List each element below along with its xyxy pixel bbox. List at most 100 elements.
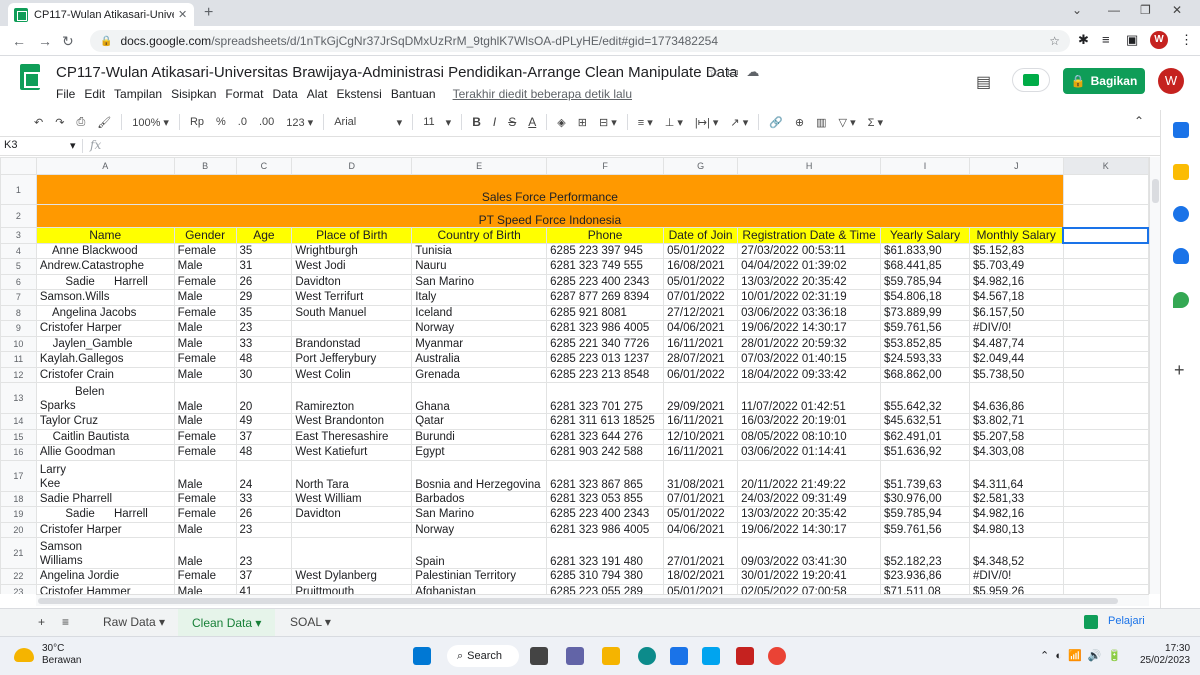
cloud-status-icon[interactable]: ☁ <box>746 64 759 79</box>
cell[interactable]: Male <box>173 459 237 492</box>
cell[interactable]: 27/03/2022 00:53:11 <box>737 242 882 259</box>
row-header[interactable]: 23 <box>0 583 37 594</box>
cell[interactable]: $4.982,16 <box>968 506 1064 523</box>
app-l-icon[interactable] <box>702 647 720 665</box>
cell[interactable]: 16/11/2021 <box>663 413 739 430</box>
cell[interactable]: Female <box>173 242 237 259</box>
cell[interactable]: 6281 323 701 275 <box>546 382 665 414</box>
cell[interactable]: Female <box>173 444 237 461</box>
file-explorer-icon[interactable] <box>602 647 620 665</box>
col-header[interactable]: A <box>35 157 175 175</box>
header-cell[interactable]: Country of Birth <box>411 227 548 244</box>
cell[interactable]: 05/01/2021 <box>663 583 739 594</box>
row-header[interactable]: 4 <box>0 242 37 259</box>
cell[interactable]: 6285 223 213 8548 <box>546 366 665 383</box>
header-cell[interactable]: Date of Join <box>663 227 739 244</box>
learn-button[interactable]: Pelajari <box>1108 615 1145 627</box>
header-cell[interactable]: Place of Birth <box>291 227 413 244</box>
reload-icon[interactable]: ↻ <box>62 33 74 50</box>
cell[interactable]: 6281 323 867 865 <box>546 459 665 492</box>
cell[interactable]: 11/07/2022 01:42:51 <box>737 382 882 414</box>
bookmark-star-icon[interactable]: ☆ <box>1049 34 1060 48</box>
cell[interactable]: Egypt <box>411 444 548 461</box>
horizontal-scroll-thumb[interactable] <box>38 598 1118 604</box>
cell[interactable]: Angelina Jacobs <box>35 304 175 321</box>
cell[interactable]: Male <box>173 537 237 569</box>
cell[interactable]: $5.152,83 <box>968 242 1064 259</box>
cell[interactable]: Female <box>173 351 237 368</box>
col-header[interactable]: F <box>546 157 665 175</box>
row-header[interactable]: 9 <box>0 320 37 337</box>
cell[interactable]: Ramirezton <box>291 382 413 414</box>
cell[interactable]: 16/03/2022 20:19:01 <box>737 413 882 430</box>
explore-icon[interactable] <box>1084 615 1098 629</box>
contacts-icon[interactable] <box>1173 248 1189 264</box>
cell[interactable]: 19/06/2022 14:30:17 <box>737 521 882 538</box>
insert-chart-icon[interactable]: ▥ <box>810 116 832 129</box>
cell[interactable]: 31 <box>235 258 293 275</box>
menu-help[interactable]: Bantuan <box>391 87 436 101</box>
font-size-select[interactable]: 11 ▾ <box>417 116 457 129</box>
cell[interactable]: 07/01/2022 <box>663 289 739 306</box>
cell[interactable]: 20/11/2022 21:49:22 <box>737 459 882 492</box>
cell[interactable]: $54.806,18 <box>880 289 970 306</box>
vertical-scrollbar[interactable] <box>1149 157 1160 594</box>
cell[interactable] <box>1062 537 1149 569</box>
cell[interactable]: 6285 223 397 945 <box>546 242 665 259</box>
close-tab-icon[interactable]: ✕ <box>178 8 187 21</box>
row-header[interactable]: 16 <box>0 444 37 461</box>
cell[interactable] <box>1062 351 1149 368</box>
tab-raw-data[interactable]: Raw Data ▾ <box>103 615 165 629</box>
cell[interactable]: $68.862,00 <box>880 366 970 383</box>
cell[interactable]: Pruittmouth <box>291 583 413 594</box>
row-header[interactable]: 13 <box>0 382 37 414</box>
text-wrap-icon[interactable]: |↦| ▾ <box>689 116 725 129</box>
cell[interactable]: 6281 323 986 4005 <box>546 320 665 337</box>
new-tab-icon[interactable]: + <box>204 4 213 22</box>
menu-view[interactable]: Tampilan <box>114 87 162 101</box>
cell[interactable]: $23.936,86 <box>880 568 970 585</box>
cell[interactable]: 49 <box>235 413 293 430</box>
cell[interactable]: $4.348,52 <box>968 537 1064 569</box>
vertical-scroll-thumb[interactable] <box>1152 179 1159 203</box>
cell[interactable]: 6285 921 8081 <box>546 304 665 321</box>
move-folder-icon[interactable]: ▭ <box>727 64 739 79</box>
account-avatar[interactable]: W <box>1158 68 1184 94</box>
cell[interactable]: Female <box>173 506 237 523</box>
cell[interactable]: 20 <box>235 382 293 414</box>
cell[interactable]: Samson Williams <box>35 537 175 569</box>
cell[interactable] <box>1062 506 1149 523</box>
cell[interactable]: 6287 877 269 8394 <box>546 289 665 306</box>
col-header[interactable]: D <box>291 157 413 175</box>
row-header[interactable]: 3 <box>0 227 37 244</box>
cell[interactable]: Taylor Cruz <box>35 413 175 430</box>
cell[interactable]: West Colin <box>291 366 413 383</box>
cell[interactable]: Barbados <box>411 490 548 507</box>
cell[interactable]: #DIV/0! <box>968 320 1064 337</box>
row-header[interactable]: 18 <box>0 490 37 507</box>
cell[interactable]: 08/05/2022 08:10:10 <box>737 428 882 445</box>
tasks-icon[interactable] <box>1173 206 1189 222</box>
cell[interactable]: $4.980,13 <box>968 521 1064 538</box>
borders-icon[interactable]: ⊞ <box>572 116 593 129</box>
cell[interactable] <box>1062 304 1149 321</box>
add-sheet-icon[interactable]: + <box>38 615 45 629</box>
reading-list-icon[interactable]: ≡ <box>1102 32 1110 47</box>
cell[interactable] <box>1062 428 1149 445</box>
cell[interactable]: 24 <box>235 459 293 492</box>
cell[interactable]: Sadie Harrell <box>35 506 175 523</box>
cell[interactable]: $52.182,23 <box>880 537 970 569</box>
cell[interactable] <box>291 320 413 337</box>
cell[interactable]: 05/01/2022 <box>663 242 739 259</box>
cell[interactable]: San Marino <box>411 273 548 290</box>
cell[interactable]: $51.636,92 <box>880 444 970 461</box>
cell[interactable]: Nauru <box>411 258 548 275</box>
cell[interactable]: Afghanistan <box>411 583 548 594</box>
name-box[interactable]: K3 ▾ <box>4 139 78 152</box>
banner-subtitle-cell[interactable]: PT Speed Force Indonesia <box>35 204 1064 228</box>
cell[interactable] <box>1062 583 1149 594</box>
undo-icon[interactable]: ↶ <box>28 116 49 129</box>
cell[interactable] <box>1062 366 1149 383</box>
zoom-select[interactable]: 100% ▾ <box>126 116 175 129</box>
cell[interactable]: 23 <box>235 537 293 569</box>
